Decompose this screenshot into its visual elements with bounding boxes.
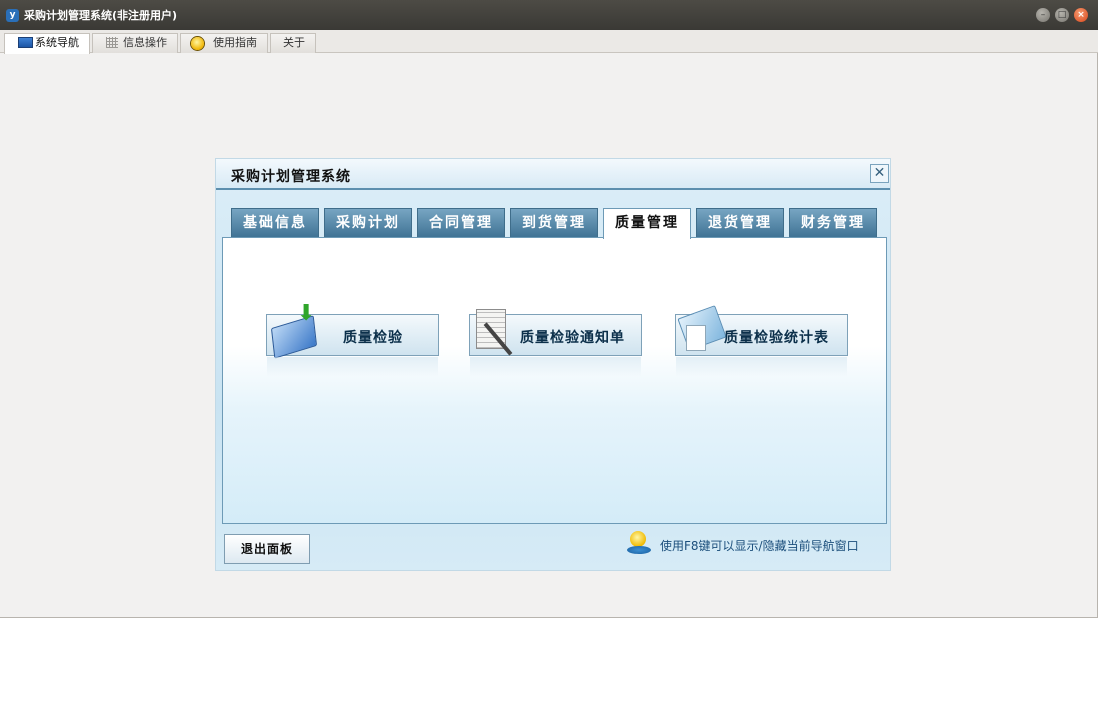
panel-close-icon[interactable]: ✕: [870, 164, 889, 183]
nav-tab-finance[interactable]: 财务管理: [789, 208, 877, 238]
top-tab-strip: 系统导航 信息操作 使用指南 关于: [0, 30, 1098, 54]
button-reflection: [267, 357, 438, 377]
tab-system-navigation[interactable]: 系统导航: [4, 33, 90, 54]
tab-info-operations[interactable]: 信息操作: [92, 33, 178, 53]
nav-tab-basic-info[interactable]: 基础信息: [231, 208, 319, 238]
bulb-icon: [191, 37, 204, 50]
minimize-button[interactable]: –: [1036, 8, 1050, 22]
panel-title: 采购计划管理系统: [231, 169, 351, 185]
download-arrow-icon: ⬇: [297, 301, 316, 326]
nav-tab-arrival[interactable]: 到货管理: [510, 208, 598, 238]
tab-label: 使用指南: [213, 36, 257, 49]
exit-panel-button[interactable]: 退出面板: [224, 534, 310, 564]
inspection-notice-button[interactable]: 质量检验通知单: [469, 309, 642, 377]
grid-icon: [106, 37, 118, 48]
nav-tab-returns[interactable]: 退货管理: [696, 208, 784, 238]
lightbulb-icon: [630, 531, 646, 547]
button-label: 质量检验统计表: [724, 330, 829, 346]
panel-header: 采购计划管理系统 ✕: [216, 159, 890, 190]
tab-about[interactable]: 关于: [270, 33, 316, 53]
inspection-statistics-button[interactable]: 质量检验统计表: [675, 305, 848, 377]
nav-tab-contract[interactable]: 合同管理: [417, 208, 505, 238]
app-icon: y: [6, 9, 19, 22]
window-title: 采购计划管理系统(非注册用户): [24, 9, 178, 22]
title-bar[interactable]: y 采购计划管理系统(非注册用户) – □ ×: [0, 0, 1098, 30]
tab-label: 信息操作: [123, 36, 167, 49]
close-button[interactable]: ×: [1074, 8, 1088, 22]
tab-label: 系统导航: [35, 36, 79, 49]
tab-label: 关于: [283, 36, 305, 49]
quality-inspection-button[interactable]: ⬇ 质量检验: [266, 303, 439, 377]
button-label: 质量检验: [343, 330, 403, 346]
nav-tab-quality[interactable]: 质量管理: [603, 208, 691, 239]
monitor-icon: [18, 37, 33, 48]
nav-tab-purchase-plan[interactable]: 采购计划: [324, 208, 412, 238]
tab-user-guide[interactable]: 使用指南: [180, 33, 268, 53]
lightbulb-base-icon: [627, 546, 651, 554]
button-reflection: [470, 357, 641, 377]
maximize-button[interactable]: □: [1055, 8, 1069, 22]
paper-icon: [686, 325, 706, 351]
tab-content-area: ⬇ 质量检验 质量检验通知单 质量检验统计表: [222, 237, 887, 524]
f8-hint-text: 使用F8键可以显示/隐藏当前导航窗口: [660, 539, 859, 553]
button-reflection: [676, 357, 847, 377]
main-window: y 采购计划管理系统(非注册用户) – □ × 系统导航 信息操作 使用指南 关…: [0, 0, 1098, 618]
button-label: 质量检验通知单: [520, 330, 625, 346]
navigation-panel: 采购计划管理系统 ✕ 基础信息 采购计划 合同管理 到货管理 质量管理 退货管理…: [215, 158, 891, 571]
